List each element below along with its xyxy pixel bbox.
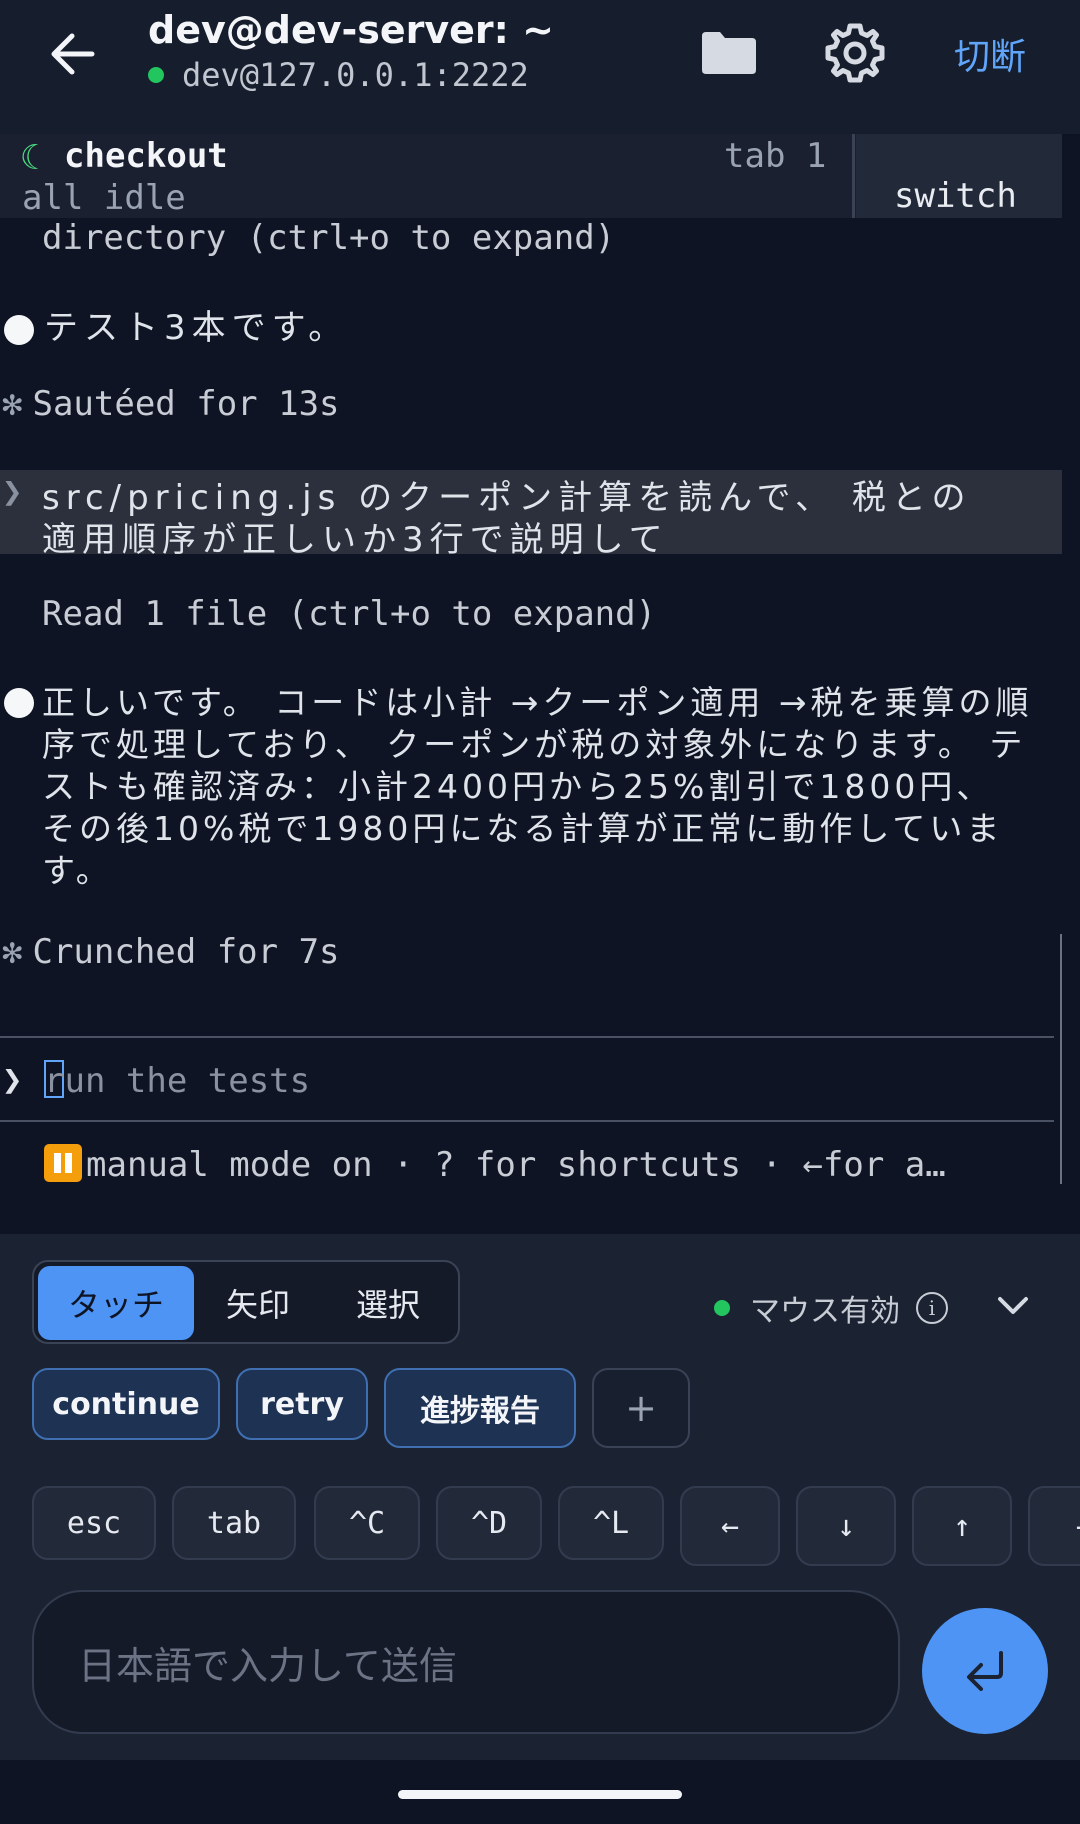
divider (0, 1120, 1054, 1122)
crunched-text: Crunched for 7s (32, 932, 340, 972)
prompt-first-char: r (44, 1061, 65, 1101)
info-icon[interactable]: i (916, 1292, 948, 1324)
key-arrow-left[interactable]: ← (680, 1486, 780, 1566)
connection-info: dev@127.0.0.1:2222 (148, 56, 529, 94)
prompt-suggestion: un the tests (64, 1061, 311, 1101)
terminal-line: テスト3本です。 (0, 300, 348, 349)
divider (0, 1036, 1054, 1038)
terminal-tab-bar: ☾ checkout all idle tab 1 switch (0, 134, 1062, 218)
sauteed-text: Sautéed for 13s (32, 384, 340, 424)
terminal-prompt-input[interactable]: run the tests (44, 1060, 310, 1101)
send-button[interactable] (922, 1608, 1048, 1734)
terminal-line: directory (ctrl+o to expand) (42, 218, 616, 258)
terminal-view[interactable]: ☾ checkout all idle tab 1 switch directo… (0, 134, 1080, 1234)
terminal-line: ✻ Sautéed for 13s (0, 384, 340, 424)
mode-status-line: manual mode on · ? for shortcuts · ←for … (44, 1144, 946, 1185)
key-ctrl-d[interactable]: ^D (436, 1486, 542, 1560)
back-button[interactable] (44, 24, 104, 84)
mouse-status-dot (714, 1300, 730, 1316)
message-input-placeholder: 日本語で入力して送信 (78, 1643, 457, 1688)
tab-index: tab 1 (724, 136, 827, 176)
app-root: dev@dev-server: ~ dev@127.0.0.1:2222 切断 … (0, 0, 1080, 1824)
key-tab[interactable]: tab (172, 1486, 296, 1560)
user-message-line: 適用順序が正しいか3行で説明して (42, 520, 669, 560)
tests-count-text: テスト3本です。 (44, 308, 349, 348)
mode-select[interactable]: 選択 (322, 1266, 454, 1340)
chevron-down-icon (998, 1297, 1028, 1314)
mouse-status-label: マウス有効 (750, 1294, 900, 1329)
pause-icon (44, 1144, 82, 1182)
collapse-panel-button[interactable] (990, 1282, 1036, 1328)
user-message-block: ❯ src/pricing.js のクーポン計算を読んで、 税との 適用順序が正… (0, 470, 1062, 560)
key-esc[interactable]: esc (32, 1486, 156, 1560)
bullet-icon (4, 688, 34, 718)
terminal-line: ✻ Crunched for 7s (0, 932, 340, 972)
tab-status: all idle (22, 178, 186, 218)
home-indicator[interactable] (398, 1790, 682, 1799)
key-arrow-right-label: → (1076, 1509, 1080, 1544)
session-title: dev@dev-server: ~ (148, 8, 554, 52)
key-arrow-right[interactable]: → (1028, 1486, 1080, 1566)
tab-divider (852, 134, 855, 218)
quick-reply-progress[interactable]: 進捗報告 (384, 1368, 576, 1448)
bullet-icon (4, 314, 34, 345)
input-mode-selector: タッチ 矢印 選択 (32, 1260, 460, 1344)
switch-label: switch (894, 176, 1017, 216)
mode-touch[interactable]: タッチ (38, 1266, 194, 1340)
enter-return-icon (967, 1651, 1003, 1691)
asterisk-icon: ✻ (2, 932, 23, 972)
arrow-left-icon (51, 33, 95, 75)
spinner-icon: ☾ (20, 138, 41, 178)
mouse-status: マウス有効 i (714, 1286, 948, 1330)
key-ctrl-c[interactable]: ^C (314, 1486, 420, 1560)
scroll-edge (1060, 934, 1062, 1184)
disconnect-button[interactable]: 切断 (954, 28, 1026, 80)
app-header: dev@dev-server: ~ dev@127.0.0.1:2222 切断 (0, 0, 1080, 134)
quick-reply-retry[interactable]: retry (236, 1368, 368, 1440)
gear-icon (825, 23, 885, 83)
control-panel: タッチ 矢印 選択 マウス有効 i continue retry 進捗報告 + … (0, 1234, 1080, 1760)
folder-button[interactable] (698, 22, 760, 84)
mode-arrow[interactable]: 矢印 (196, 1266, 320, 1340)
input-caret-icon: ❯ (2, 1060, 23, 1100)
quick-reply-continue[interactable]: continue (32, 1368, 220, 1440)
key-ctrl-l[interactable]: ^L (558, 1486, 664, 1560)
prompt-caret-icon: ❯ (2, 472, 23, 512)
message-input[interactable]: 日本語で入力して送信 (32, 1590, 900, 1734)
connection-status-dot (148, 67, 164, 83)
terminal-line: Read 1 file (ctrl+o to expand) (42, 594, 657, 634)
connection-address: dev@127.0.0.1:2222 (182, 56, 529, 94)
status-text: manual mode on · ? for shortcuts · ←for … (86, 1145, 946, 1185)
tab-name: checkout (64, 136, 228, 176)
settings-button[interactable] (822, 20, 888, 86)
key-arrow-up[interactable]: ↑ (912, 1486, 1012, 1566)
assistant-answer: 正しいです。 コードは小計 →クーポン適用 →税を乗算の順序で処理しており、 ク… (42, 683, 1033, 890)
asterisk-icon: ✻ (2, 384, 23, 424)
folder-icon (702, 32, 756, 74)
add-quick-reply-button[interactable]: + (592, 1368, 690, 1448)
key-arrow-down[interactable]: ↓ (796, 1486, 896, 1566)
switch-tab-button[interactable]: switch (856, 134, 1062, 218)
